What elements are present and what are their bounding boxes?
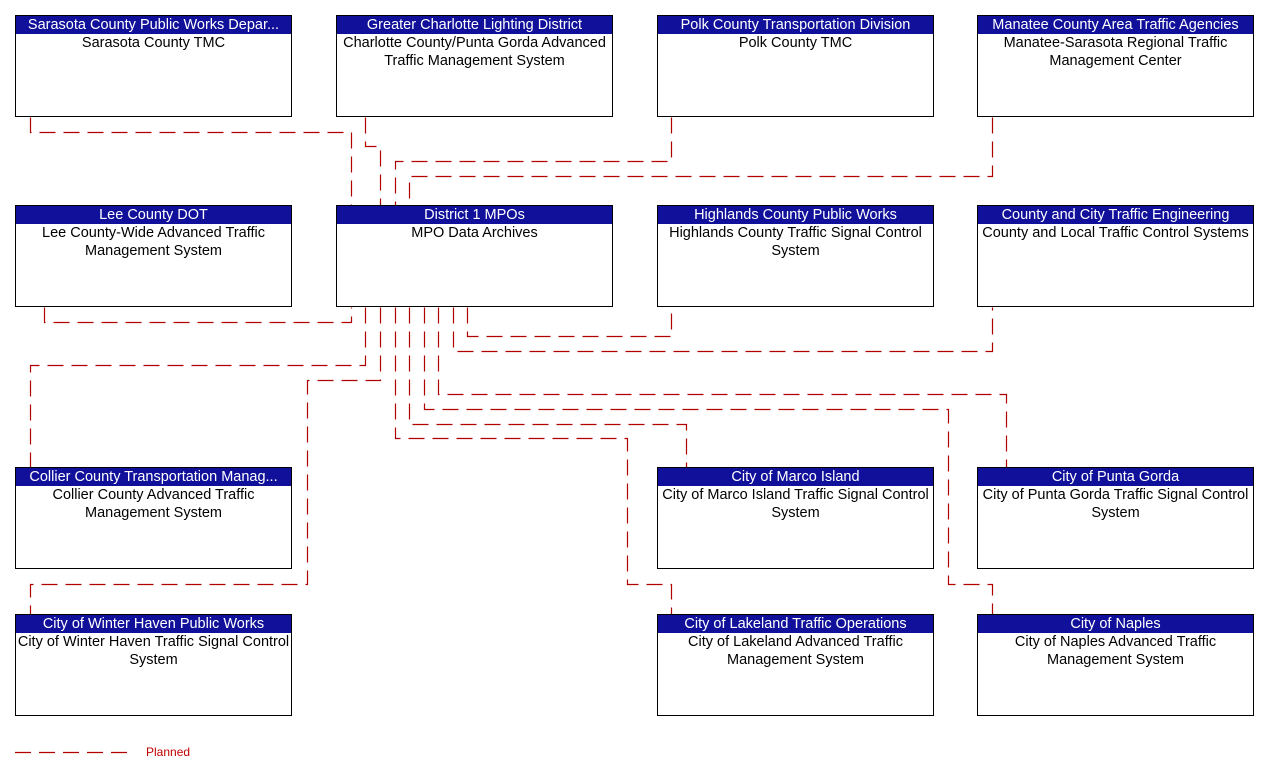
node-sarasota[interactable]: Sarasota County Public Works Depar... Sa… xyxy=(15,15,292,117)
node-collier[interactable]: Collier County Transportation Manag... C… xyxy=(15,467,292,569)
node-body: County and Local Traffic Control Systems xyxy=(982,225,1249,241)
connection-mpo-lakeland xyxy=(394,307,673,615)
node-winterhaven[interactable]: City of Winter Haven Public Works City o… xyxy=(15,614,292,716)
node-header: City of Punta Gorda xyxy=(978,468,1253,486)
node-header: City of Lakeland Traffic Operations xyxy=(658,615,933,633)
node-highlands[interactable]: Highlands County Public Works Highlands … xyxy=(657,205,934,307)
node-header: County and City Traffic Engineering xyxy=(978,206,1253,224)
node-header: Sarasota County Public Works Depar... xyxy=(16,16,291,34)
node-header: Polk County Transportation Division xyxy=(658,16,933,34)
node-body: Sarasota County TMC xyxy=(81,35,226,51)
connection-mpo-highlands xyxy=(466,307,673,338)
node-header: City of Naples xyxy=(978,615,1253,633)
node-lee[interactable]: Lee County DOT Lee County-Wide Advanced … xyxy=(15,205,292,307)
node-body: City of Marco Island Traffic Signal Cont… xyxy=(662,487,929,521)
node-header: Lee County DOT xyxy=(16,206,291,224)
node-polk[interactable]: Polk County Transportation Division Polk… xyxy=(657,15,934,117)
node-naples[interactable]: City of Naples City of Naples Advanced T… xyxy=(977,614,1254,716)
node-body: Manatee-Sarasota Regional Traffic Manage… xyxy=(1003,35,1228,69)
node-header: Collier County Transportation Manag... xyxy=(16,468,291,486)
node-header: District 1 MPOs xyxy=(337,206,612,224)
node-header: City of Marco Island xyxy=(658,468,933,486)
node-body: Lee County-Wide Advanced Traffic Managem… xyxy=(42,225,265,259)
connection-mpo-marco xyxy=(408,307,688,468)
node-header: Greater Charlotte Lighting District xyxy=(337,16,612,34)
node-countycity[interactable]: County and City Traffic Engineering Coun… xyxy=(977,205,1254,307)
node-body: City of Punta Gorda Traffic Signal Contr… xyxy=(982,487,1249,521)
node-body: MPO Data Archives xyxy=(411,225,538,241)
node-mpo[interactable]: District 1 MPOs MPO Data Archives xyxy=(336,205,613,307)
node-lakeland[interactable]: City of Lakeland Traffic Operations City… xyxy=(657,614,934,716)
node-body: Charlotte County/Punta Gorda Advanced Tr… xyxy=(343,35,606,69)
node-body: Polk County TMC xyxy=(738,35,853,51)
connection-mpo-sarasota xyxy=(29,117,353,206)
connection-mpo-charlotte xyxy=(364,117,382,206)
connection-mpo-collier xyxy=(29,307,367,468)
interconnect-diagram: Sarasota County Public Works Depar... Sa… xyxy=(0,0,1267,773)
node-manatee[interactable]: Manatee County Area Traffic Agencies Man… xyxy=(977,15,1254,117)
node-body: Collier County Advanced Traffic Manageme… xyxy=(52,487,255,521)
node-charlotte[interactable]: Greater Charlotte Lighting District Char… xyxy=(336,15,613,117)
node-body: City of Winter Haven Traffic Signal Cont… xyxy=(17,634,290,668)
legend-planned-label: Planned xyxy=(146,745,191,759)
node-header: City of Winter Haven Public Works xyxy=(16,615,291,633)
connection-mpo-puntagorda xyxy=(437,307,1008,468)
node-header: Manatee County Area Traffic Agencies xyxy=(978,16,1253,34)
connection-mpo-countycity xyxy=(452,307,994,353)
node-body: City of Lakeland Advanced Traffic Manage… xyxy=(688,634,903,668)
node-marco[interactable]: City of Marco Island City of Marco Islan… xyxy=(657,467,934,569)
node-body: City of Naples Advanced Traffic Manageme… xyxy=(1014,634,1217,668)
connection-mpo-lee xyxy=(43,307,353,324)
node-header: Highlands County Public Works xyxy=(658,206,933,224)
node-puntagorda[interactable]: City of Punta Gorda City of Punta Gorda … xyxy=(977,467,1254,569)
node-body: Highlands County Traffic Signal Control … xyxy=(669,225,922,259)
connection-mpo-polk xyxy=(394,117,673,206)
